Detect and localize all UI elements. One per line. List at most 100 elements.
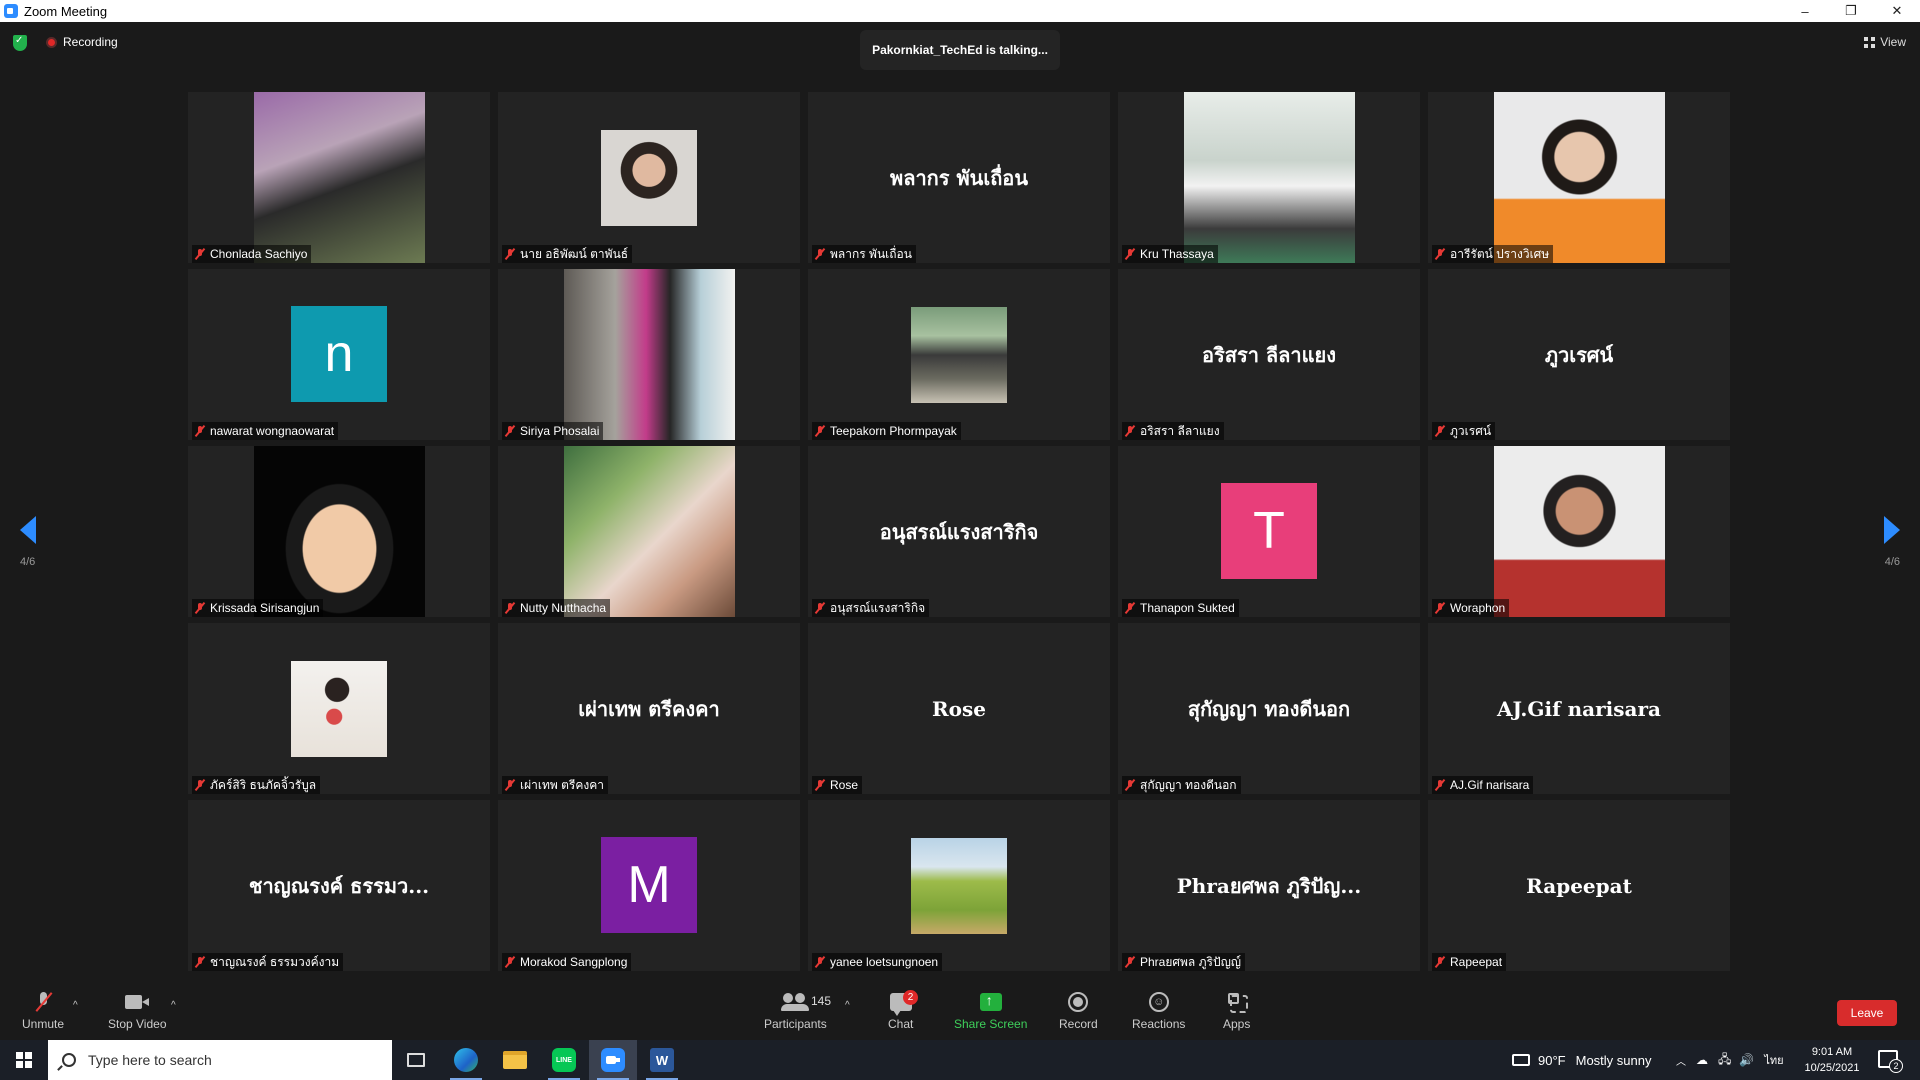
- participant-tile[interactable]: M Morakod Sangplong: [498, 800, 800, 971]
- participant-tile[interactable]: พลากร พันเถื่อน พลากร พันเถื่อน: [808, 92, 1110, 263]
- participant-namebar: ภูวเรศน์: [1432, 422, 1496, 440]
- muted-mic-icon: [194, 602, 206, 614]
- word-taskbar-button[interactable]: W: [638, 1040, 686, 1080]
- recording-label[interactable]: Recording: [63, 35, 118, 49]
- page-indicator-left: 4/6: [20, 556, 36, 568]
- restore-button[interactable]: ❐: [1828, 0, 1874, 22]
- network-icon[interactable]: 🖧: [1718, 1050, 1731, 1071]
- participant-namebar: ชาญณรงค์ ธรรมวงค์งาม: [192, 953, 344, 971]
- muted-mic-icon: [504, 602, 516, 614]
- previous-page-arrow-icon[interactable]: [20, 516, 36, 544]
- participant-name: สุกัญญา ทองดีนอก: [1140, 777, 1237, 792]
- unmute-button[interactable]: Unmute: [22, 990, 64, 1031]
- share-screen-button[interactable]: Share Screen: [954, 990, 1027, 1031]
- participant-avatar: n: [291, 306, 387, 402]
- leave-button[interactable]: Leave: [1837, 1000, 1897, 1026]
- reactions-button[interactable]: ☺ Reactions: [1132, 990, 1185, 1031]
- close-button[interactable]: ✕: [1874, 0, 1920, 22]
- grid-icon: [1864, 36, 1876, 48]
- record-button[interactable]: Record: [1059, 990, 1098, 1031]
- participant-name: Morakod Sangplong: [520, 955, 628, 969]
- chat-unread-badge: 2: [903, 990, 918, 1005]
- participant-display-name: ชาญณรงค์ ธรรมว...: [248, 873, 430, 898]
- participant-tile[interactable]: อนุสรณ์แรงสาริกิจ อนุสรณ์แรงสาริกิจ: [808, 446, 1110, 617]
- tray-chevron-up-icon[interactable]: ︿: [1676, 1053, 1686, 1068]
- participant-video: [911, 837, 1007, 934]
- recording-icon[interactable]: [46, 37, 57, 48]
- participant-tile[interactable]: Woraphon: [1428, 446, 1730, 617]
- participant-tile[interactable]: Kru Thassaya: [1118, 92, 1420, 263]
- participant-tile[interactable]: สุกัญญา ทองดีนอก สุกัญญา ทองดีนอก: [1118, 623, 1420, 794]
- edge-taskbar-button[interactable]: [442, 1040, 490, 1080]
- taskbar-clock[interactable]: 9:01 AM 10/25/2021: [1800, 1044, 1864, 1076]
- participant-tile[interactable]: ภูวเรศน์ ภูวเรศน์: [1428, 269, 1730, 440]
- microphone-muted-icon: [36, 992, 50, 1012]
- participant-namebar: Krissada Sirisangjun: [192, 599, 324, 617]
- participant-namebar: อนุสรณ์แรงสาริกิจ: [812, 599, 930, 617]
- minimize-button[interactable]: –: [1782, 0, 1828, 22]
- stop-video-button[interactable]: Stop Video: [108, 990, 167, 1031]
- participant-tile[interactable]: ภัคร์สิริ ธนภัคจิ้วรับูล: [188, 623, 490, 794]
- participants-options-chevron-icon[interactable]: ^: [845, 1000, 850, 1011]
- participant-tile[interactable]: Rose Rose: [808, 623, 1110, 794]
- zoom-taskbar-button[interactable]: [589, 1040, 637, 1080]
- participant-namebar: AJ.Gif narisara: [1432, 776, 1534, 794]
- task-view-button[interactable]: [392, 1040, 440, 1080]
- participant-tile[interactable]: Nutty Nutthacha: [498, 446, 800, 617]
- apps-label: Apps: [1223, 1017, 1251, 1031]
- video-options-chevron-icon[interactable]: ^: [171, 1000, 176, 1011]
- participant-name: Kru Thassaya: [1140, 247, 1214, 261]
- participant-tile[interactable]: เผ่าเทพ ตรีคงคา เผ่าเทพ ตรีคงคา: [498, 623, 800, 794]
- line-taskbar-button[interactable]: LINE: [540, 1040, 588, 1080]
- participant-display-name: Phraยศพล ภูริปัญ...: [1176, 873, 1362, 898]
- participant-tile[interactable]: n nawarat wongnaowarat: [188, 269, 490, 440]
- weather-icon: [1512, 1054, 1530, 1066]
- onedrive-cloud-icon[interactable]: ☁: [1696, 1053, 1708, 1067]
- participant-tile[interactable]: Chonlada Sachiyo: [188, 92, 490, 263]
- muted-mic-icon: [814, 602, 826, 614]
- view-button[interactable]: View: [1864, 35, 1906, 49]
- apps-button[interactable]: Apps: [1223, 990, 1250, 1031]
- participant-namebar: Phraยศพล ภูริปัญญ์: [1122, 953, 1246, 971]
- participant-tile[interactable]: ชาญณรงค์ ธรรมว... ชาญณรงค์ ธรรมวงค์งาม: [188, 800, 490, 971]
- muted-mic-icon: [1434, 956, 1446, 968]
- participant-display-name: อนุสรณ์แรงสาริกิจ: [879, 519, 1039, 544]
- muted-mic-icon: [814, 779, 826, 791]
- participant-tile[interactable]: T Thanapon Sukted: [1118, 446, 1420, 617]
- windows-start-icon[interactable]: [16, 1052, 32, 1068]
- participant-namebar: เผ่าเทพ ตรีคงคา: [502, 776, 609, 794]
- participant-tile[interactable]: Krissada Sirisangjun: [188, 446, 490, 617]
- participant-tile[interactable]: AJ.Gif narisara AJ.Gif narisara: [1428, 623, 1730, 794]
- next-page-arrow-icon[interactable]: [1884, 516, 1900, 544]
- taskbar-search-box[interactable]: Type here to search: [48, 1040, 392, 1080]
- file-explorer-taskbar-button[interactable]: [491, 1040, 539, 1080]
- participant-tile[interactable]: Phraยศพล ภูริปัญ... Phraยศพล ภูริปัญญ์: [1118, 800, 1420, 971]
- participant-tile[interactable]: อารีรัตน์ ปรางวิเศษ: [1428, 92, 1730, 263]
- participant-tile[interactable]: อริสรา ลีลาแยง อริสรา ลีลาแยง: [1118, 269, 1420, 440]
- participant-tile[interactable]: Teepakorn Phormpayak: [808, 269, 1110, 440]
- participant-tile[interactable]: นาย อธิพัฒน์ ตาพันธ์: [498, 92, 800, 263]
- reactions-smiley-icon: ☺: [1148, 992, 1169, 1012]
- participant-name: ภัคร์สิริ ธนภัคจิ้วรับูล: [210, 777, 317, 792]
- participant-tile[interactable]: Rapeepat Rapeepat: [1428, 800, 1730, 971]
- participants-icon: [781, 993, 810, 1011]
- search-icon: [62, 1053, 76, 1067]
- participant-video: [601, 129, 697, 226]
- input-language[interactable]: ไทย: [1764, 1051, 1783, 1069]
- volume-icon[interactable]: 🔊: [1739, 1053, 1754, 1067]
- participant-name: Krissada Sirisangjun: [210, 601, 320, 615]
- audio-options-chevron-icon[interactable]: ^: [73, 1000, 78, 1011]
- unmute-label: Unmute: [22, 1017, 65, 1031]
- participant-avatar: M: [601, 837, 697, 933]
- weather-widget[interactable]: 90°F Mostly sunny: [1512, 1040, 1651, 1080]
- system-tray[interactable]: ︿ ☁ 🖧 🔊 ไทย: [1676, 1040, 1784, 1080]
- participant-tile[interactable]: Siriya Phosalai: [498, 269, 800, 440]
- stop-video-label: Stop Video: [108, 1017, 167, 1031]
- notifications-icon[interactable]: 2: [1878, 1050, 1903, 1073]
- security-shield-icon[interactable]: [13, 35, 27, 51]
- muted-mic-icon: [504, 248, 516, 260]
- record-label: Record: [1059, 1017, 1098, 1031]
- participant-name: ภูวเรศน์: [1450, 423, 1492, 438]
- participant-tile[interactable]: yanee loetsungnoen: [808, 800, 1110, 971]
- word-app-icon: W: [650, 1048, 674, 1072]
